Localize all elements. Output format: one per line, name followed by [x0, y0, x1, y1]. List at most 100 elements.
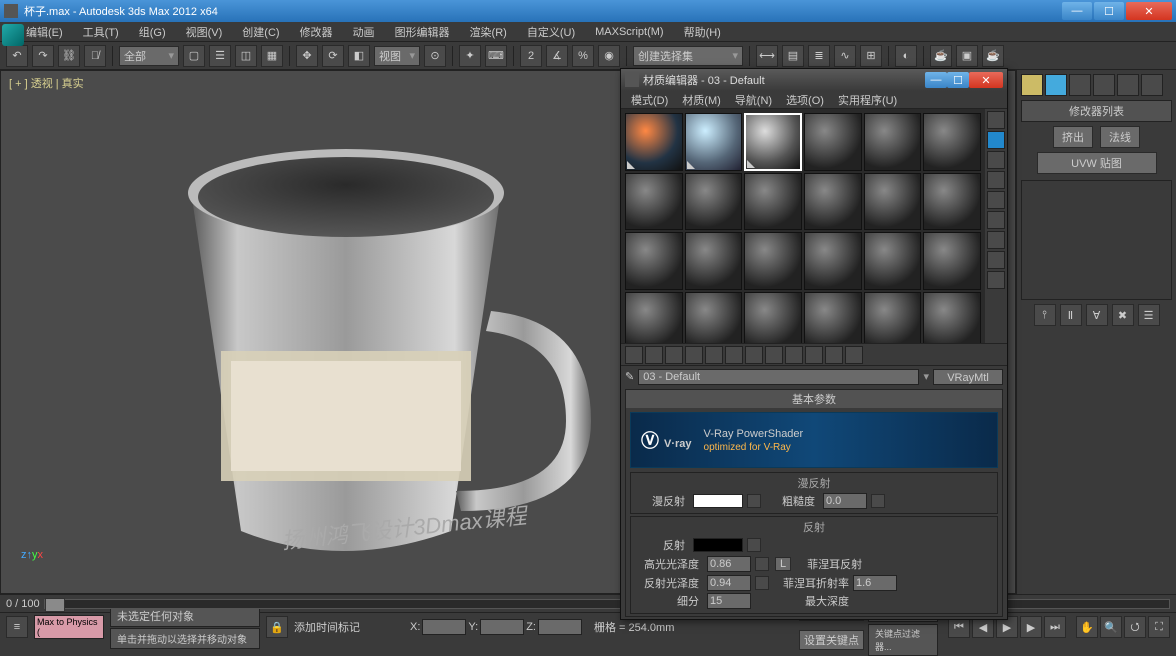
normals-button[interactable]: 法线	[1100, 126, 1140, 148]
material-slot-23[interactable]	[864, 292, 922, 343]
material-name-input[interactable]	[638, 369, 919, 385]
menu-group[interactable]: 组(G)	[133, 22, 172, 42]
material-slot-8[interactable]	[685, 173, 743, 231]
me-menu-options[interactable]: 选项(O)	[782, 91, 828, 109]
me-menu-utilities[interactable]: 实用程序(U)	[834, 91, 901, 109]
pin-stack-button[interactable]: ⫯	[1034, 304, 1056, 326]
modifier-stack[interactable]	[1021, 180, 1172, 300]
make-unique-mat-button[interactable]	[725, 346, 743, 364]
render-button[interactable]: ☕	[982, 45, 1004, 67]
close-button[interactable]: ✕	[1126, 2, 1172, 20]
add-time-tag[interactable]: 添加时间标记	[294, 619, 404, 635]
menu-animation[interactable]: 动画	[347, 22, 381, 42]
hierarchy-tab[interactable]	[1069, 74, 1091, 96]
material-slot-24[interactable]	[923, 292, 981, 343]
spinner-snap-button[interactable]: ◉	[598, 45, 620, 67]
go-forward-button[interactable]	[845, 346, 863, 364]
material-slot-18[interactable]	[923, 232, 981, 290]
assign-to-selection-button[interactable]	[665, 346, 683, 364]
menu-tools[interactable]: 工具(T)	[77, 22, 125, 42]
material-slot-12[interactable]	[923, 173, 981, 231]
put-to-scene-button[interactable]	[645, 346, 663, 364]
material-slot-4[interactable]	[804, 113, 862, 171]
remove-modifier-button[interactable]: ✖	[1112, 304, 1134, 326]
material-slot-1[interactable]	[625, 113, 683, 171]
material-slot-3[interactable]	[744, 113, 802, 171]
link-button[interactable]: ⛓	[58, 45, 80, 67]
menu-modifiers[interactable]: 修改器	[294, 22, 339, 42]
max-viewport-button[interactable]: ⛶	[1148, 616, 1170, 638]
uvw-map-button[interactable]: UVW 贴图	[1037, 152, 1157, 174]
fresnel-ior-spinner[interactable]: 1.6	[853, 575, 897, 591]
maximize-button[interactable]: ☐	[1094, 2, 1124, 20]
maxscript-mini-button[interactable]: ≡	[6, 616, 28, 638]
scale-button[interactable]: ◧	[348, 45, 370, 67]
orbit-button[interactable]: ⭯	[1124, 616, 1146, 638]
pivot-button[interactable]: ⊙	[424, 45, 446, 67]
z-input[interactable]	[538, 619, 582, 635]
menu-views[interactable]: 视图(V)	[180, 22, 229, 42]
material-slot-7[interactable]	[625, 173, 683, 231]
material-slot-11[interactable]	[864, 173, 922, 231]
background-button[interactable]	[987, 151, 1005, 169]
material-id-button[interactable]	[765, 346, 783, 364]
material-slot-15[interactable]	[744, 232, 802, 290]
make-unique-button[interactable]: ∀	[1086, 304, 1108, 326]
zoom-button[interactable]: 🔍	[1100, 616, 1122, 638]
select-name-button[interactable]: ☰	[209, 45, 231, 67]
y-input[interactable]	[480, 619, 524, 635]
manipulate-button[interactable]: ✦	[459, 45, 481, 67]
me-menu-navigation[interactable]: 导航(N)	[731, 91, 776, 109]
timeline-thumb[interactable]	[45, 598, 65, 612]
named-selection-set[interactable]: 创建选择集▾	[633, 46, 743, 66]
move-button[interactable]: ✥	[296, 45, 318, 67]
reflgloss-map-button[interactable]	[755, 576, 769, 590]
diffuse-map-button[interactable]	[747, 494, 761, 508]
material-slot-21[interactable]	[744, 292, 802, 343]
material-slot-20[interactable]	[685, 292, 743, 343]
me-menu-modes[interactable]: 模式(D)	[627, 91, 672, 109]
subdiv-spinner[interactable]: 15	[707, 593, 751, 609]
material-editor-titlebar[interactable]: 材质编辑器 - 03 - Default — ☐ ✕	[621, 69, 1007, 91]
pan-button[interactable]: ✋	[1076, 616, 1098, 638]
material-slot-6[interactable]	[923, 113, 981, 171]
unlink-button[interactable]: ⛓̸	[84, 45, 106, 67]
get-material-button[interactable]	[625, 346, 643, 364]
display-tab[interactable]	[1117, 74, 1139, 96]
modifier-list-dropdown[interactable]: 修改器列表	[1021, 100, 1172, 122]
diffuse-color-swatch[interactable]	[693, 494, 743, 508]
rotate-button[interactable]: ⟳	[322, 45, 344, 67]
menu-edit[interactable]: 编辑(E)	[20, 22, 69, 42]
align-button[interactable]: ▤	[782, 45, 804, 67]
window-crossing-button[interactable]: ▦	[261, 45, 283, 67]
configure-button[interactable]: ☰	[1138, 304, 1160, 326]
fresnel-checkbox-label[interactable]: 菲涅耳反射	[807, 556, 862, 572]
create-tab[interactable]	[1021, 74, 1043, 96]
reset-map-button[interactable]	[685, 346, 703, 364]
make-copy-button[interactable]	[705, 346, 723, 364]
modify-tab[interactable]	[1045, 74, 1067, 96]
physics-panel[interactable]: Max to Physics (	[34, 615, 104, 639]
next-frame-button[interactable]: ▶	[1020, 616, 1042, 638]
menu-create[interactable]: 创建(C)	[236, 22, 285, 42]
material-slot-16[interactable]	[804, 232, 862, 290]
me-menu-material[interactable]: 材质(M)	[678, 91, 725, 109]
menu-customize[interactable]: 自定义(U)	[521, 22, 581, 42]
menu-maxscript[interactable]: MAXScript(M)	[589, 24, 669, 40]
hilight-map-button[interactable]	[755, 557, 769, 571]
material-slot-10[interactable]	[804, 173, 862, 231]
sample-type-button[interactable]	[987, 111, 1005, 129]
undo-button[interactable]: ↶	[6, 45, 28, 67]
redo-button[interactable]: ↷	[32, 45, 54, 67]
menu-rendering[interactable]: 渲染(R)	[464, 22, 513, 42]
material-slot-17[interactable]	[864, 232, 922, 290]
material-slot-14[interactable]	[685, 232, 743, 290]
mirror-button[interactable]: ⟷	[756, 45, 778, 67]
roughness-spinner[interactable]: 0.0	[823, 493, 867, 509]
ref-coord-system[interactable]: 视图▾	[374, 46, 420, 66]
hilight-spinner[interactable]: 0.86	[707, 556, 751, 572]
show-map-button[interactable]	[785, 346, 803, 364]
snap-angle-button[interactable]: ∡	[546, 45, 568, 67]
menu-help[interactable]: 帮助(H)	[678, 22, 727, 42]
video-color-button[interactable]	[987, 191, 1005, 209]
